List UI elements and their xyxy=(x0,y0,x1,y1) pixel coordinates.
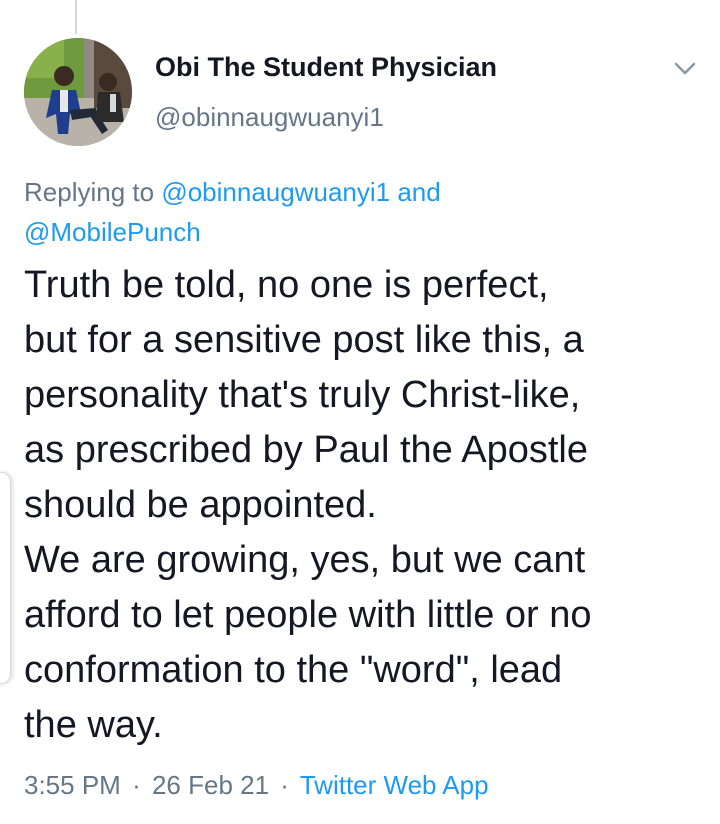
meta-separator: · xyxy=(280,770,289,800)
author-display-name[interactable]: Obi The Student Physician xyxy=(155,52,497,83)
tweet-metadata: 3:55 PM · 26 Feb 21 · Twitter Web App xyxy=(24,770,489,801)
tweet-text-line: Truth be told, no one is perfect, xyxy=(24,264,549,306)
meta-separator: · xyxy=(132,770,141,800)
author-avatar[interactable] xyxy=(24,38,132,146)
tweet-text-line: We are growing, yes, but we cant xyxy=(24,539,586,581)
side-edge-handle xyxy=(0,472,11,684)
thread-connector-line xyxy=(75,0,77,34)
tweet-detail-view: Obi The Student Physician @obinnaugwuany… xyxy=(0,0,720,824)
tweet-text-line: the way. xyxy=(24,704,163,746)
reply-mention-link[interactable]: @obinnaugwuanyi1 xyxy=(161,177,390,207)
chevron-down-icon xyxy=(674,62,696,75)
reply-mention-conjunction[interactable]: and xyxy=(397,177,440,207)
tweet-time[interactable]: 3:55 PM xyxy=(24,770,121,800)
tweet-text-line: conformation to the "word", lead xyxy=(24,649,563,691)
tweet-date[interactable]: 26 Feb 21 xyxy=(152,770,269,800)
tweet-menu-button[interactable] xyxy=(668,54,702,84)
tweet-text-line: afford to let people with little or no xyxy=(24,594,592,636)
replying-to-context: Replying to @obinnaugwuanyi1 and @Mobile… xyxy=(24,172,684,252)
tweet-text-line: personality that's truly Christ-like, xyxy=(24,374,581,416)
tweet-text-line: as prescribed by Paul the Apostle xyxy=(24,429,589,471)
avatar-photo-icon xyxy=(24,38,132,146)
tweet-body-text: Truth be told, no one is perfect, but fo… xyxy=(24,258,714,753)
author-handle[interactable]: @obinnaugwuanyi1 xyxy=(155,102,384,133)
tweet-text-line: should be appointed. xyxy=(24,484,377,526)
replying-to-label: Replying to xyxy=(24,177,155,207)
tweet-source-link[interactable]: Twitter Web App xyxy=(300,770,489,800)
tweet-text-line: but for a sensitive post like this, a xyxy=(24,319,584,361)
reply-mention-link[interactable]: @MobilePunch xyxy=(24,217,201,247)
